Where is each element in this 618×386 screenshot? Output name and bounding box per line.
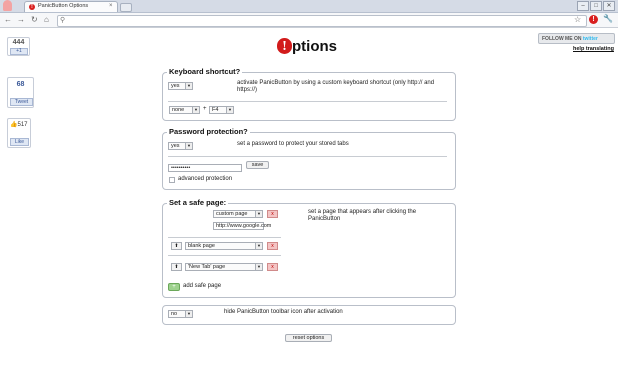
password-description: set a password to protect your stored ta… <box>237 141 349 147</box>
advanced-protection-label: advanced protection <box>178 176 233 182</box>
plusone-button[interactable]: +1 <box>10 48 28 55</box>
key-value: F4 <box>212 107 219 113</box>
reset-options-button[interactable]: reset options <box>285 334 332 342</box>
safe-page-description: set a page that appears after clicking t… <box>308 209 417 222</box>
like-count-row: 👍517 <box>10 121 28 128</box>
reload-icon[interactable]: ↻ <box>31 15 38 24</box>
like-widget: 👍517 Like <box>7 118 31 148</box>
plus-sign: + <box>203 106 207 112</box>
address-bar[interactable]: ⚲ <box>57 15 587 27</box>
hide-icon-description: hide PanicButton toolbar icon after acti… <box>224 309 343 315</box>
keyboard-shortcut-title: Keyboard shortcut? <box>167 67 243 76</box>
password-title: Password protection? <box>167 127 250 136</box>
chevron-down-icon: ▼ <box>192 107 199 113</box>
tweet-widget: 68 Tweet <box>7 77 34 108</box>
plusone-widget: 444 +1 <box>7 37 30 56</box>
keyboard-enable-value: yes <box>171 83 180 89</box>
advanced-protection-checkbox[interactable] <box>169 177 175 183</box>
help-translating-link[interactable]: help translating <box>573 46 614 52</box>
tab-title: PanicButton Options <box>38 3 89 9</box>
safe-page-url-input[interactable]: http://www.google.com <box>213 222 271 230</box>
divider <box>168 255 281 256</box>
divider <box>168 101 447 102</box>
remove-safe-page-1-button[interactable]: x <box>267 210 278 218</box>
like-button[interactable]: Like <box>10 138 29 146</box>
bookmark-star-icon[interactable]: ☆ <box>574 15 581 24</box>
chevron-down-icon: ▼ <box>255 243 262 249</box>
password-enable-value: yes <box>171 143 180 149</box>
twitter-logo-text: twitter <box>582 36 598 42</box>
password-enable-select[interactable]: yes ▼ <box>168 142 193 150</box>
panicbutton-logo-icon: ! <box>277 38 292 54</box>
keyboard-description: activate PanicButton by using a custom k… <box>237 80 435 93</box>
add-safe-page-button[interactable]: + <box>168 283 180 291</box>
minimize-button[interactable]: – <box>577 1 589 11</box>
safe-page-value-2: blank page <box>188 243 215 249</box>
profile-avatar-icon[interactable] <box>3 0 12 11</box>
safe-page-select-1[interactable]: custom page ▼ <box>213 210 263 218</box>
safe-page-value-3: 'New Tab' page <box>188 264 226 270</box>
search-icon: ⚲ <box>60 17 66 24</box>
browser-tab[interactable]: ! PanicButton Options × <box>24 1 118 12</box>
safe-page-value-1: custom page <box>216 211 248 217</box>
keyboard-enable-select[interactable]: yes ▼ <box>168 82 193 90</box>
follow-label: FOLLOW ME ON <box>542 36 582 42</box>
remove-safe-page-2-button[interactable]: x <box>267 242 278 250</box>
safe-page-title: Set a safe page: <box>167 198 229 207</box>
move-up-2-button[interactable]: ⬆ <box>171 242 182 250</box>
password-field[interactable]: •••••••••• <box>168 164 242 172</box>
close-window-button[interactable]: ✕ <box>603 1 615 11</box>
new-tab-button[interactable] <box>120 3 132 12</box>
safe-page-select-2[interactable]: blank page ▼ <box>185 242 263 250</box>
plusone-count: 444 <box>12 39 25 46</box>
save-password-button[interactable]: save <box>246 161 269 169</box>
panicbutton-extension-icon[interactable]: ! <box>589 15 598 24</box>
remove-safe-page-3-button[interactable]: x <box>267 263 278 271</box>
like-count: 517 <box>17 122 28 128</box>
maximize-button[interactable]: □ <box>590 1 602 11</box>
tweet-button[interactable]: Tweet <box>10 98 33 106</box>
hide-icon-select[interactable]: no ▼ <box>168 310 193 318</box>
chevron-down-icon: ▼ <box>255 211 262 217</box>
safe-page-select-3[interactable]: 'New Tab' page ▼ <box>185 263 263 271</box>
tab-close-icon[interactable]: × <box>109 3 113 9</box>
home-icon[interactable]: ⌂ <box>44 15 49 24</box>
wrench-menu-icon[interactable]: 🔧 <box>603 14 613 23</box>
chevron-down-icon: ▼ <box>185 311 192 317</box>
hide-icon-value: no <box>171 311 178 317</box>
move-up-3-button[interactable]: ⬆ <box>171 263 182 271</box>
chevron-down-icon: ▼ <box>185 143 192 149</box>
follow-twitter-button[interactable]: FOLLOW ME ON twitter <box>538 33 615 44</box>
back-arrow-icon[interactable]: ← <box>4 15 12 24</box>
modifier-select[interactable]: none ▼ <box>169 106 200 114</box>
chevron-down-icon: ▼ <box>226 107 233 113</box>
key-select[interactable]: F4 ▼ <box>209 106 234 114</box>
panicbutton-favicon-icon: ! <box>29 4 35 10</box>
divider <box>168 237 281 238</box>
divider <box>168 156 447 157</box>
forward-arrow-icon[interactable]: → <box>17 15 25 24</box>
chevron-down-icon: ▼ <box>255 264 262 270</box>
page-title: ptions <box>292 38 337 55</box>
chevron-down-icon: ▼ <box>185 83 192 89</box>
modifier-value: none <box>172 107 185 113</box>
tweet-count: 68 <box>16 81 25 88</box>
add-safe-page-label[interactable]: add safe page <box>183 283 221 290</box>
